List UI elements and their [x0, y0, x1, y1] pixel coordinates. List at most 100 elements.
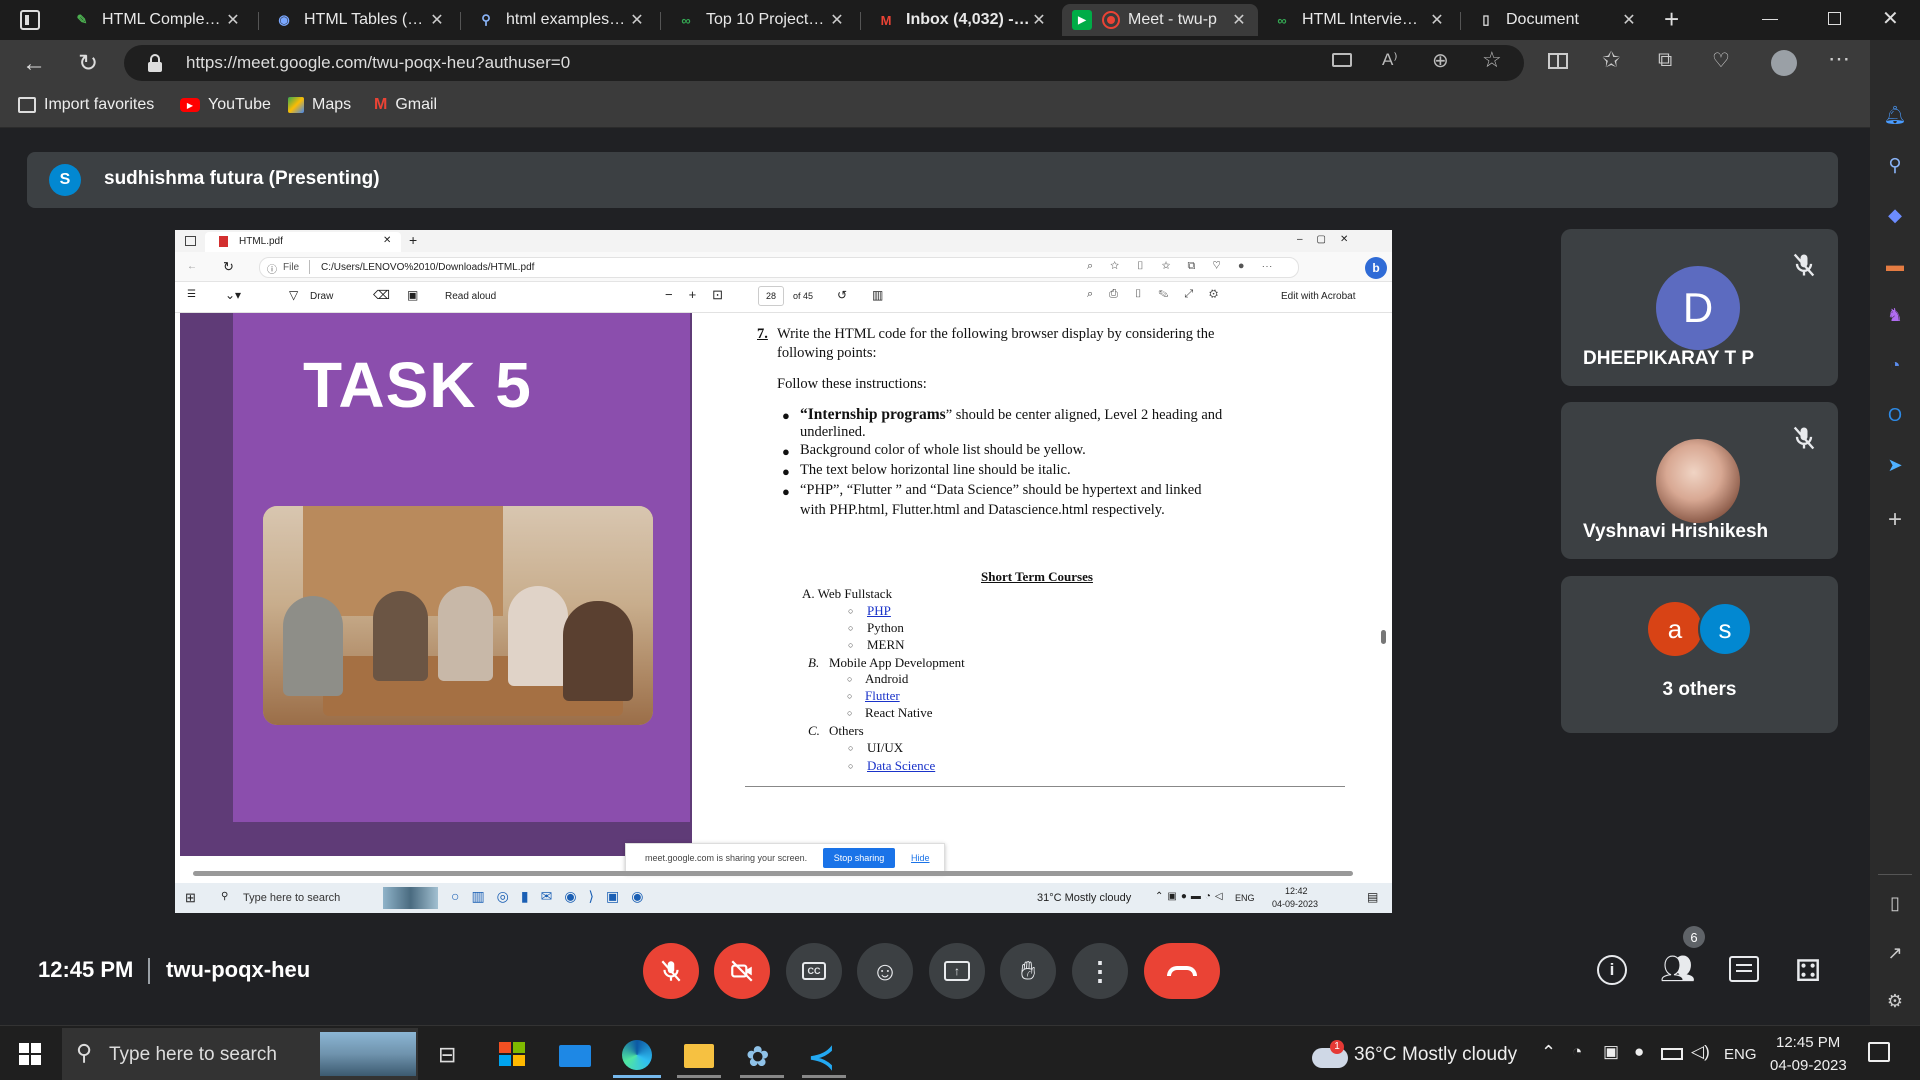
chat-button[interactable]: [1729, 956, 1759, 982]
browser-essentials-icon[interactable]: ♡: [1712, 48, 1730, 73]
leave-call-button[interactable]: [1144, 943, 1220, 999]
presenting-banner: S sudhishma futura (Presenting): [27, 152, 1838, 208]
more-options-button[interactable]: ⋮: [1072, 943, 1128, 999]
notification-center-icon[interactable]: [1868, 1042, 1890, 1062]
youtube-link[interactable]: ▶ YouTube: [180, 96, 271, 114]
split-screen-icon[interactable]: [1548, 53, 1568, 69]
games-icon[interactable]: ♞: [1880, 300, 1910, 330]
browser-tab-bar: ✎ HTML Complete C ✕ ◉ HTML Tables (with ✕ ⚲ h…: [0, 0, 1920, 40]
gmail-link[interactable]: M Gmail: [374, 96, 437, 114]
app-icon[interactable]: ✿: [746, 1040, 769, 1073]
close-tab-icon[interactable]: ✕: [1620, 10, 1638, 30]
mail-icon[interactable]: [559, 1045, 591, 1067]
bullet: ●: [782, 408, 790, 423]
clock-time[interactable]: 12:45 PM: [1776, 1034, 1840, 1051]
clock-date[interactable]: 04-09-2023: [1770, 1057, 1847, 1074]
wifi-icon[interactable]: ◔: [1572, 1042, 1582, 1062]
tab-document[interactable]: ▯ Document ✕: [1466, 4, 1648, 36]
zoom-icon[interactable]: ⊕: [1432, 48, 1449, 73]
hide-sidebar-icon[interactable]: ▯: [1880, 888, 1910, 918]
tab-actions-icon[interactable]: [20, 10, 40, 30]
activities-button[interactable]: ⚃: [1795, 954, 1821, 989]
meeting-code: twu-poqx-heu: [166, 957, 311, 982]
close-tab-icon[interactable]: ✕: [828, 10, 846, 30]
read-aloud-icon[interactable]: A⁾: [1382, 50, 1398, 70]
participant-tile-vyshnavi[interactable]: Vyshnavi Hrishikesh: [1561, 402, 1838, 559]
profile-avatar[interactable]: [1771, 50, 1797, 76]
meet-tray-icon[interactable]: ▣: [1603, 1042, 1619, 1062]
collections-icon[interactable]: ⧉: [1658, 49, 1672, 72]
lock-icon[interactable]: [148, 54, 162, 72]
volume-icon[interactable]: ◁): [1691, 1042, 1710, 1062]
shopping-tag-icon[interactable]: ◆: [1880, 200, 1910, 230]
raise-hand-button[interactable]: ✋︎: [1000, 943, 1056, 999]
store-icon[interactable]: [499, 1042, 525, 1066]
people-button[interactable]: 👥︎: [1660, 952, 1698, 988]
inner-new-tab-icon: +: [409, 232, 418, 248]
microsoft-365-icon[interactable]: ◔: [1880, 350, 1910, 380]
participant-avatar: a: [1648, 602, 1702, 656]
instruction-4-cont: with PHP.html, Flutter.html and Datascie…: [800, 502, 1165, 518]
more-options-icon[interactable]: ⋯: [1828, 46, 1850, 72]
tab-gmail-inbox[interactable]: M Inbox (4,032) - dh ✕: [866, 4, 1058, 36]
favorites-icon[interactable]: ✩: [1602, 47, 1620, 73]
taskbar-search-text[interactable]: Type here to search: [109, 1044, 277, 1066]
start-button[interactable]: [19, 1043, 41, 1065]
mic-toggle-button[interactable]: [643, 943, 699, 999]
tab-html-examples[interactable]: ⚲ html examples for ✕: [466, 4, 656, 36]
camera-blocked-icon[interactable]: [1332, 53, 1352, 67]
close-tab-icon[interactable]: ✕: [1428, 10, 1446, 30]
new-tab-icon[interactable]: +: [1664, 4, 1679, 35]
search-highlight-image: [320, 1032, 416, 1076]
open-external-icon[interactable]: ↗: [1880, 938, 1910, 968]
close-tab-icon[interactable]: ✕: [224, 10, 242, 30]
battery-icon[interactable]: [1661, 1048, 1683, 1060]
close-window-icon[interactable]: ✕: [1882, 6, 1899, 31]
participant-tile-dheepikaray[interactable]: D DHEEPIKARAY T P: [1561, 229, 1838, 386]
captions-button[interactable]: CC: [786, 943, 842, 999]
task-view-icon[interactable]: ⊟: [438, 1042, 456, 1068]
file-explorer-icon[interactable]: [684, 1044, 714, 1068]
edge-icon[interactable]: [622, 1040, 652, 1070]
participant-tile-others[interactable]: a s 3 others: [1561, 576, 1838, 733]
outlook-icon[interactable]: O: [1880, 400, 1910, 430]
add-sidebar-app-icon[interactable]: +: [1880, 505, 1910, 535]
weather-badge: 1: [1330, 1040, 1344, 1054]
sidebar-settings-icon[interactable]: ⚙: [1880, 986, 1910, 1016]
restore-icon[interactable]: [1828, 12, 1841, 25]
present-button[interactable]: ↑: [929, 943, 985, 999]
maps-link[interactable]: Maps: [288, 96, 351, 114]
camera-toggle-button[interactable]: [714, 943, 770, 999]
drop-icon[interactable]: ➤: [1880, 450, 1910, 480]
vscode-icon[interactable]: ≺: [808, 1038, 835, 1076]
close-tab-icon[interactable]: ✕: [1030, 10, 1048, 30]
language-indicator[interactable]: ENG: [1724, 1046, 1757, 1063]
tab-meet[interactable]: ▶ Meet - twu-p ✕: [1062, 4, 1258, 36]
close-tab-icon[interactable]: ✕: [1230, 10, 1248, 30]
meeting-details-button[interactable]: i: [1597, 955, 1627, 985]
tab-html-interview[interactable]: ∞ HTML Interview C ✕: [1262, 4, 1456, 36]
hand-icon: ✋︎: [1020, 955, 1036, 985]
url-text[interactable]: https://meet.google.com/twu-poqx-heu?aut…: [186, 53, 570, 73]
sidebar-search-icon[interactable]: ⚲: [1880, 150, 1910, 180]
minimize-icon[interactable]: [1762, 19, 1778, 20]
tab-html-tables[interactable]: ◉ HTML Tables (with ✕: [264, 4, 456, 36]
close-tab-icon[interactable]: ✕: [628, 10, 646, 30]
tab-html-complete[interactable]: ✎ HTML Complete C ✕: [62, 4, 252, 36]
weather-temp[interactable]: 36°C: [1354, 1044, 1396, 1066]
close-tab-icon[interactable]: ✕: [428, 10, 446, 30]
participant-photo-avatar: [1656, 439, 1740, 523]
favorite-star-icon[interactable]: ☆: [1482, 47, 1502, 73]
show-hidden-icons[interactable]: ⌃: [1541, 1042, 1556, 1063]
task-title: TASK 5: [303, 349, 532, 421]
inner-tab-actions-icon: [185, 236, 196, 246]
notifications-bell-icon[interactable]: 🔔︎: [1880, 100, 1910, 130]
microphone-tray-icon[interactable]: ●: [1634, 1042, 1644, 1062]
tab-top-10-projects[interactable]: ∞ Top 10 Projects Fo ✕: [666, 4, 856, 36]
import-favorites-link[interactable]: Import favorites: [18, 96, 154, 114]
refresh-icon[interactable]: ↻: [78, 49, 98, 78]
weather-desc[interactable]: Mostly cloudy: [1402, 1044, 1517, 1066]
reactions-button[interactable]: ☺: [857, 943, 913, 999]
tools-briefcase-icon[interactable]: ▬: [1880, 250, 1910, 280]
back-icon[interactable]: ←: [22, 50, 46, 78]
